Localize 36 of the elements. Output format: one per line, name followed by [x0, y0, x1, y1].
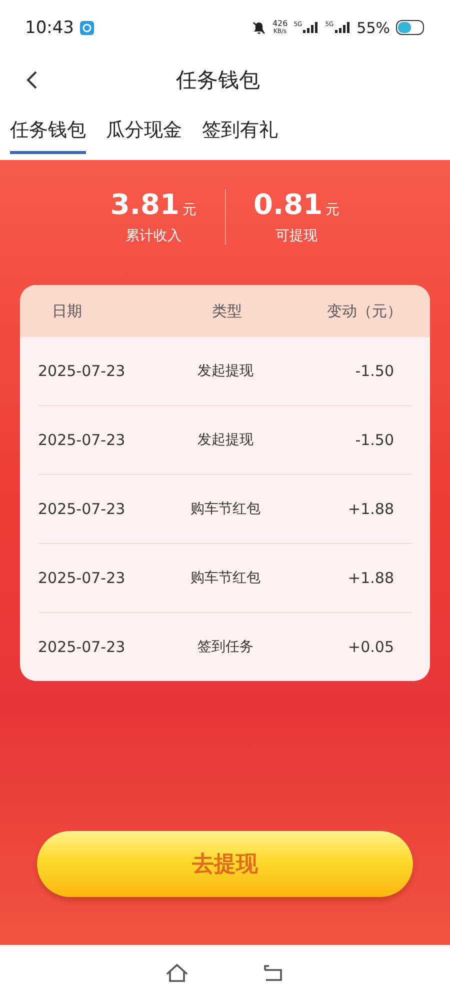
tab[interactable]: 签到有礼: [202, 111, 278, 154]
page-title: 任务钱包: [176, 67, 260, 94]
column-header: 类型: [211, 302, 243, 320]
table-cell-text: 2025-07-23: [38, 500, 126, 518]
table-cell-text: 2025-07-23: [38, 638, 126, 656]
amount-label: 可提现: [276, 227, 318, 245]
network-speed: 426: [272, 20, 288, 28]
app-icon: [80, 20, 94, 34]
table-cell-text: -1.50: [354, 362, 395, 380]
table-cell-text: -1.50: [354, 431, 395, 449]
table-cell-text: 2025-07-23: [38, 431, 126, 449]
status-time: 10:43: [25, 18, 74, 38]
table-cell-text: 发起提现: [196, 431, 254, 449]
table-cell-text: 购车节红包: [190, 569, 262, 587]
table-cell-text: 签到任务: [196, 638, 254, 656]
column-header: 日期: [51, 302, 83, 320]
table-cell-text: 购车节红包: [190, 500, 262, 518]
amount-value: 0.81: [254, 188, 323, 221]
amount-label: 累计收入: [125, 227, 182, 245]
muted-bell-icon: [252, 20, 266, 34]
column-header: 变动（元）: [326, 302, 403, 320]
amount-unit: 元: [182, 201, 196, 219]
table-cell-text: +1.88: [347, 500, 395, 518]
amount-value: 3.81: [110, 188, 180, 221]
battery-percent: 55%: [356, 18, 390, 36]
table-cell-text: +1.88: [347, 569, 395, 587]
tab[interactable]: 任务钱包: [10, 111, 86, 154]
battery-icon: [396, 20, 424, 35]
signal-icon: [303, 22, 320, 33]
table-cell-text: +0.05: [347, 638, 395, 656]
tab[interactable]: 瓜分现金: [106, 111, 182, 154]
amount-unit: 元: [326, 201, 340, 219]
table-cell-text: 发起提现: [196, 362, 254, 380]
table-cell-text: 2025-07-23: [38, 569, 126, 587]
table-cell-text: 2025-07-23: [38, 362, 126, 380]
signal-icon: [334, 22, 351, 33]
